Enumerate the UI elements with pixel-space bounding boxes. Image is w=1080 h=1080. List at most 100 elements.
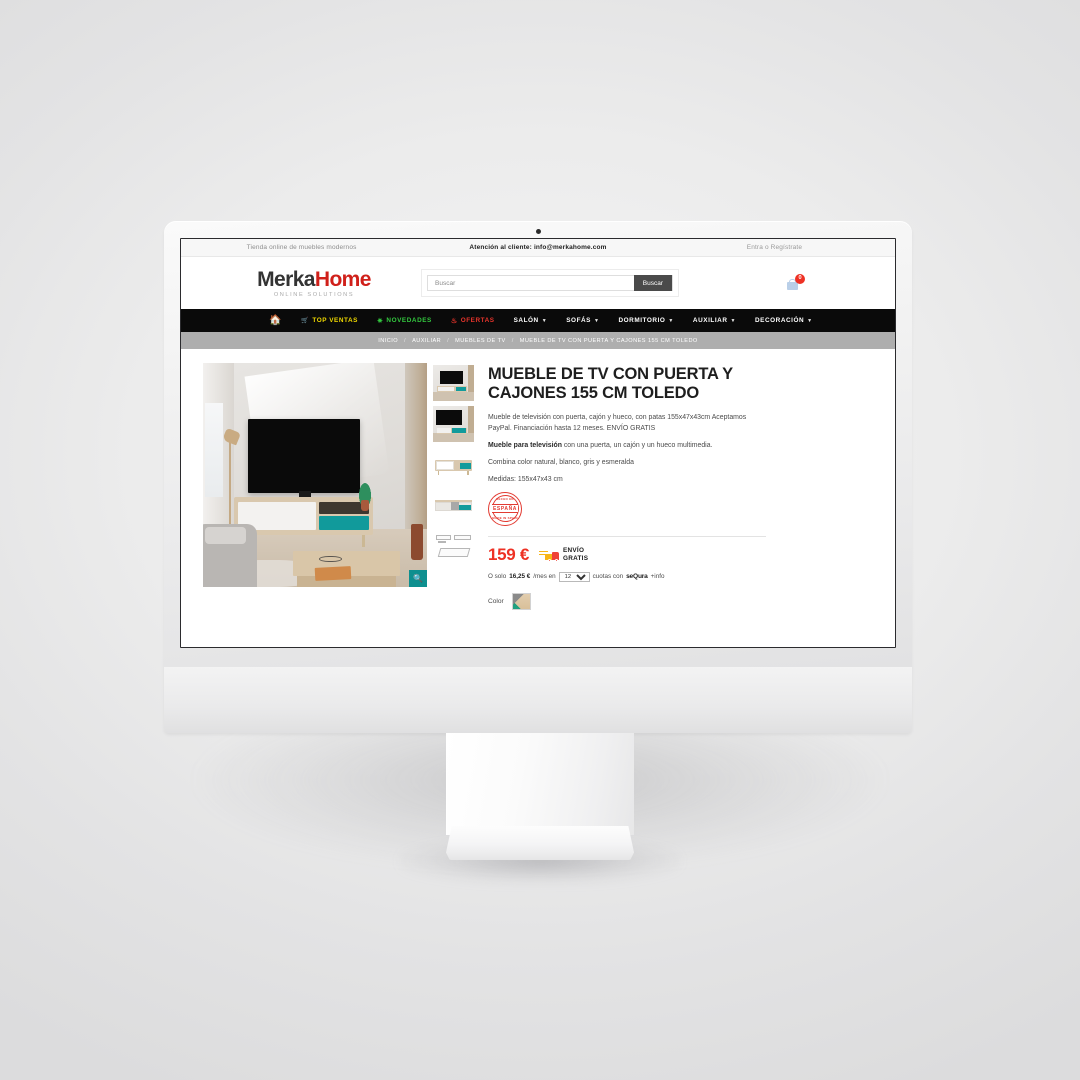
home-icon: 🏠 (269, 314, 283, 326)
thumbnail-4[interactable] (433, 488, 474, 524)
nav-label: DORMITORIO (618, 317, 666, 324)
search-box: Buscar (427, 275, 673, 291)
chevron-down-icon: ▼ (807, 317, 813, 324)
shipping-line-2: GRATIS (563, 554, 589, 562)
chevron-down-icon: ▼ (541, 317, 548, 324)
breadcrumb-item-auxiliar[interactable]: AUXILIAR (412, 338, 441, 344)
search-container: Buscar (421, 269, 679, 297)
monitor-chin (164, 667, 912, 733)
made-in-spain-badge: HECHO EN ESPAÑA MADE IN SPAIN (488, 491, 522, 526)
sequra-logo: seQura (626, 573, 648, 581)
topbar-login-link[interactable]: Entra o Regístrate (678, 244, 871, 251)
search-button[interactable]: Buscar (633, 275, 672, 291)
monitor-stand-neck (446, 733, 634, 835)
stamp-top-text: HECHO EN (496, 497, 514, 502)
price-row: 159 € ENVÍO GRATIS (488, 545, 873, 565)
logo-word-merka: Merka (257, 267, 315, 291)
product-detail: 🔍 MUEBLE DE TV CON PUERTA Y CAJONES 155 … (181, 349, 895, 647)
desc-paragraph-1: Mueble de televisión con puerta, cajón y… (488, 413, 747, 432)
color-swatch-option[interactable] (511, 592, 531, 610)
screen-bezel: Tienda online de muebles modernos Atenci… (180, 238, 896, 648)
thumbnail-5[interactable] (433, 529, 474, 565)
stamp-main-text: ESPAÑA (491, 504, 519, 514)
shopping-cart-icon[interactable]: 0 (787, 273, 805, 291)
topbar-customer-service: Atención al cliente: info@merkahome.com (469, 244, 607, 251)
product-thumbnails (433, 363, 474, 647)
browser-viewport: Tienda online de muebles modernos Atenci… (181, 239, 895, 647)
color-selector: Color (488, 592, 873, 610)
site-logo[interactable]: MerkaHome ONLINE SOLUTIONS (207, 269, 403, 298)
nav-label: NOVEDADES (386, 317, 432, 324)
installment-amount: 16,25 € (509, 573, 531, 581)
installment-row: O solo 16,25 € /mes en 12 cuotas con seQ… (488, 571, 873, 582)
star-icon: ✷ (377, 317, 384, 325)
breadcrumb: INICIO / AUXILIAR / MUEBLES DE TV / MUEB… (181, 332, 895, 349)
main-navigation: 🏠 🛒 TOP VENTAS ✷ NOVEDADES ♨ OFERTAS SAL… (181, 309, 895, 332)
installment-months-select[interactable]: 12 (558, 571, 590, 582)
installment-per: /mes en (533, 573, 556, 581)
installment-info-link[interactable]: +info (651, 573, 665, 580)
monitor-body: Tienda online de muebles modernos Atenci… (164, 221, 912, 733)
desc-bold-lead: Mueble para televisión (488, 441, 562, 449)
nav-label: AUXILIAR (692, 317, 728, 324)
chevron-down-icon: ▼ (668, 317, 674, 324)
nav-home-link[interactable]: 🏠 (269, 314, 283, 326)
installment-prefix: O solo (488, 573, 507, 581)
cart-icon: 🛒 (301, 318, 310, 324)
price-divider (488, 535, 766, 537)
nav-item-top-ventas[interactable]: 🛒 TOP VENTAS (301, 317, 358, 324)
magnifier-icon[interactable]: 🔍 (409, 570, 427, 587)
nav-item-dormitorio[interactable]: DORMITORIO ▼ (619, 317, 674, 324)
shipping-text: ENVÍO GRATIS (563, 547, 588, 563)
product-main-image[interactable]: 🔍 (203, 363, 427, 587)
truck-icon (539, 548, 560, 562)
thumbnail-2[interactable] (433, 406, 474, 442)
breadcrumb-separator: / (511, 337, 514, 344)
nav-label: DECORACIÓN (755, 317, 805, 324)
nav-item-salon[interactable]: SALÓN ▼ (514, 317, 548, 324)
nav-items: 🏠 🛒 TOP VENTAS ✷ NOVEDADES ♨ OFERTAS SAL… (263, 314, 813, 326)
nav-item-novedades[interactable]: ✷ NOVEDADES (377, 317, 432, 325)
breadcrumb-item-inicio[interactable]: INICIO (378, 338, 398, 344)
breadcrumb-item-muebles-de-tv[interactable]: MUEBLES DE TV (455, 338, 506, 344)
desc-paragraph-2: Mueble para televisión con una puerta, u… (488, 440, 766, 451)
cart-count-badge: 0 (795, 273, 805, 284)
nav-label: SOFÁS (566, 317, 591, 324)
nav-label: SALÓN (513, 317, 539, 324)
room-scene (203, 363, 427, 587)
nav-item-sofas[interactable]: SOFÁS ▼ (566, 317, 599, 324)
logo-wordmark: MerkaHome (225, 269, 403, 290)
nav-item-ofertas[interactable]: ♨ OFERTAS (451, 317, 495, 325)
topbar-tagline: Tienda online de muebles modernos (246, 244, 357, 251)
logo-tagline: ONLINE SOLUTIONS (273, 291, 355, 298)
product-price: 159 € (488, 544, 530, 564)
utility-topbar: Tienda online de muebles modernos Atenci… (181, 239, 895, 257)
nav-item-auxiliar[interactable]: AUXILIAR ▼ (693, 317, 736, 324)
page-title: MUEBLE DE TV CON PUERTA Y CAJONES 155 CM… (488, 365, 733, 402)
nav-label: OFERTAS (460, 317, 495, 324)
thumbnail-1[interactable] (433, 365, 474, 401)
cart-zone[interactable]: 0 (787, 273, 869, 291)
desc-paragraph-4: Medidas: 155x47x43 cm (488, 476, 563, 484)
desc-bold-rest: con una puerta, un cajón y un hueco mult… (561, 441, 713, 449)
site-header: MerkaHome ONLINE SOLUTIONS Buscar Buscar… (181, 257, 895, 309)
search-input[interactable] (428, 276, 634, 290)
product-description: Mueble de televisión con puerta, cajón y… (488, 412, 766, 486)
free-shipping-badge: ENVÍO GRATIS (539, 547, 588, 563)
monitor-mockup: Tienda online de muebles modernos Atenci… (0, 0, 1080, 1080)
nav-item-decoracion[interactable]: DECORACIÓN ▼ (755, 317, 813, 324)
desc-paragraph-3: Combina color natural, blanco, gris y es… (488, 459, 634, 467)
monitor-stand-base (446, 826, 634, 860)
breadcrumb-separator: / (404, 337, 407, 344)
chevron-down-icon: ▼ (594, 317, 600, 324)
thumbnail-3[interactable] (433, 447, 474, 483)
shipping-line-1: ENVÍO (563, 546, 585, 554)
color-label: Color (488, 597, 504, 605)
product-gallery: 🔍 (203, 363, 474, 647)
chevron-down-icon: ▼ (730, 317, 736, 324)
nav-label: TOP VENTAS (312, 317, 358, 324)
installment-suffix: cuotas con (592, 573, 624, 581)
stamp-bottom-text: MADE IN SPAIN (492, 516, 518, 521)
breadcrumb-separator: / (447, 337, 450, 344)
fire-icon: ♨ (450, 317, 458, 325)
